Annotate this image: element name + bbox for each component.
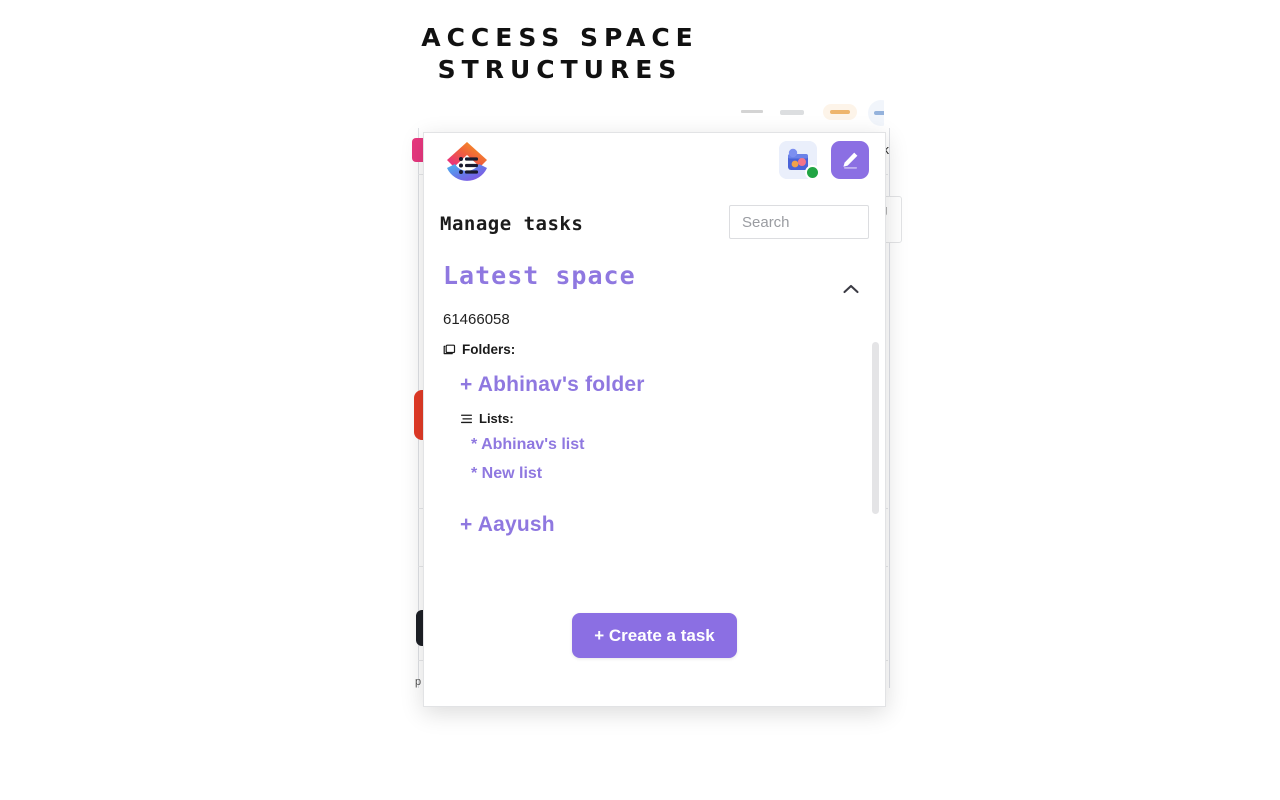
collapse-space-button[interactable]: [839, 277, 863, 301]
manage-tasks-title: Manage tasks: [440, 213, 584, 235]
folder-item-aayush[interactable]: + Aayush: [424, 513, 885, 537]
extensions-icon[interactable]: [780, 110, 804, 115]
space-tree: Folders: + Abhinav's folder Lists: * Abh…: [424, 342, 885, 600]
pencil-icon: [843, 152, 858, 169]
minimize-icon[interactable]: [741, 110, 763, 113]
clickup-extension-popup: Manage tasks Latest space 61466058 Folde…: [423, 132, 886, 707]
topbar-actions: [779, 141, 869, 180]
space-id: 61466058: [443, 311, 510, 328]
popup-topbar: [424, 133, 885, 201]
avatar[interactable]: [779, 141, 820, 180]
chevron-up-icon: [843, 284, 859, 294]
create-task-button[interactable]: + Create a task: [572, 613, 737, 658]
browser-toolbar-remnant: [423, 100, 884, 132]
lists-label: Lists:: [479, 411, 514, 426]
create-task-row: + Create a task: [424, 613, 885, 658]
list-item-abhinav-list[interactable]: * Abhinav's list: [424, 436, 885, 454]
background-text-fragment-bottom-left: p: [415, 676, 422, 688]
search-input[interactable]: [729, 205, 869, 239]
screenshot-root: ACCESS SPACE STRUCTURES ck g p: [0, 0, 1280, 800]
folder-item-abhinav[interactable]: + Abhinav's folder: [424, 373, 885, 397]
edit-button[interactable]: [831, 141, 869, 179]
list-item-new-list[interactable]: * New list: [424, 465, 885, 483]
list-icon: [461, 414, 472, 423]
folders-label-row: Folders:: [424, 342, 885, 357]
tree-scrollbar-thumb[interactable]: [872, 342, 879, 514]
space-title[interactable]: Latest space: [443, 261, 636, 290]
space-header: Latest space: [424, 261, 885, 307]
clickup-logo-icon: [440, 137, 494, 191]
folders-label: Folders:: [462, 342, 516, 357]
tree-scrollbar-track[interactable]: [872, 342, 882, 600]
bookmark-icon[interactable]: [823, 104, 857, 120]
folder-icon: [443, 344, 456, 355]
profile-avatar-icon[interactable]: [868, 100, 884, 126]
online-status-dot: [805, 165, 820, 180]
manage-tasks-row: Manage tasks: [424, 201, 885, 261]
lists-label-row: Lists:: [424, 411, 885, 426]
